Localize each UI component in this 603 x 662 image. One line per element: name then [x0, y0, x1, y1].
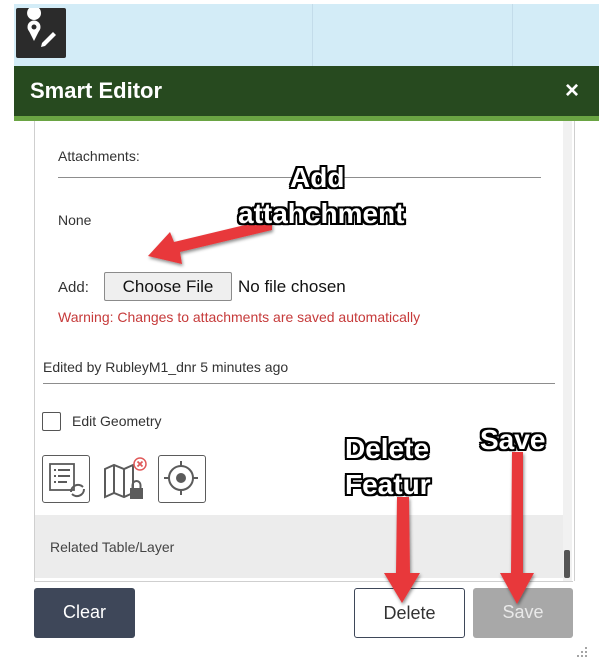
- annotation-delete-line2: Featur: [345, 469, 431, 500]
- annotation-save: Save: [480, 424, 546, 455]
- annotation-arrows: [148, 220, 534, 604]
- resize-grip-icon[interactable]: [576, 646, 588, 658]
- save-arrow: [500, 452, 534, 604]
- annotation-add-line1: Add: [290, 162, 345, 193]
- delete-arrow: [384, 497, 420, 603]
- annotation-delete-line1: Delete: [345, 433, 430, 464]
- annotation-add-line2: attahchment: [238, 198, 405, 229]
